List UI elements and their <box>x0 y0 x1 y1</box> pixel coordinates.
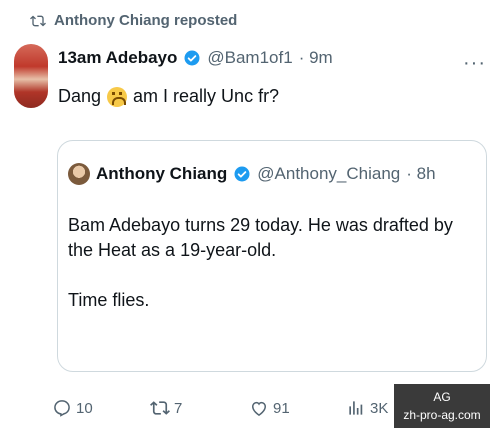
quoted-paragraph: Bam Adebayo turns 29 today. He was draft… <box>68 215 453 260</box>
reply-icon <box>54 400 70 417</box>
quoted-paragraph: Time flies. <box>68 290 150 310</box>
author-name[interactable]: 13am Adebayo <box>58 48 177 68</box>
author-handle[interactable]: @Bam1of1 <box>207 48 292 68</box>
tweet-text-after: am I really Unc fr? <box>133 86 280 106</box>
verified-badge-icon <box>234 166 250 182</box>
quoted-tweet[interactable]: Anthony Chiang @Anthony_Chiang · 8h Bam … <box>57 140 487 372</box>
quoted-author-name: Anthony Chiang <box>96 164 228 183</box>
tweet-text-before: Dang <box>58 86 102 106</box>
tweet-time[interactable]: · 9m <box>299 48 333 68</box>
views-button[interactable]: 3K <box>346 398 388 418</box>
analytics-icon <box>349 401 363 415</box>
quoted-tweet-time: · 8h <box>406 164 436 183</box>
repost-icon <box>30 15 46 26</box>
heart-icon <box>251 401 267 416</box>
repost-button[interactable]: 7 <box>150 398 182 418</box>
reply-button[interactable]: 10 <box>52 398 93 418</box>
quoted-author-avatar <box>68 163 90 185</box>
tweet-header: 13am Adebayo @Bam1of1 · 9m <box>58 48 333 68</box>
view-count: 3K <box>370 399 389 417</box>
watermark-line: AG <box>433 390 451 404</box>
repost-label: Anthony Chiang reposted <box>54 12 238 29</box>
like-count: 91 <box>273 399 290 417</box>
watermark-overlay: AG zh-pro-ag.com <box>394 384 490 428</box>
like-button[interactable]: 91 <box>249 398 290 418</box>
quoted-tweet-header: Anthony Chiang @Anthony_Chiang · 8h <box>68 163 436 185</box>
more-options-icon[interactable]: ··· <box>463 52 486 75</box>
upside-down-face-icon <box>107 86 128 107</box>
repost-count: 7 <box>174 399 183 417</box>
author-avatar[interactable] <box>14 44 48 108</box>
tweet-text: Dang am I really Unc fr? <box>58 86 279 107</box>
repost-indicator[interactable]: Anthony Chiang reposted <box>30 12 237 29</box>
reply-count: 10 <box>76 399 93 417</box>
verified-badge-icon <box>184 50 200 66</box>
watermark-line: zh-pro-ag.com <box>403 408 481 422</box>
repost-icon <box>150 401 170 415</box>
quoted-author-handle: @Anthony_Chiang <box>257 164 401 183</box>
quoted-tweet-text: Bam Adebayo turns 29 today. He was draft… <box>68 213 476 338</box>
